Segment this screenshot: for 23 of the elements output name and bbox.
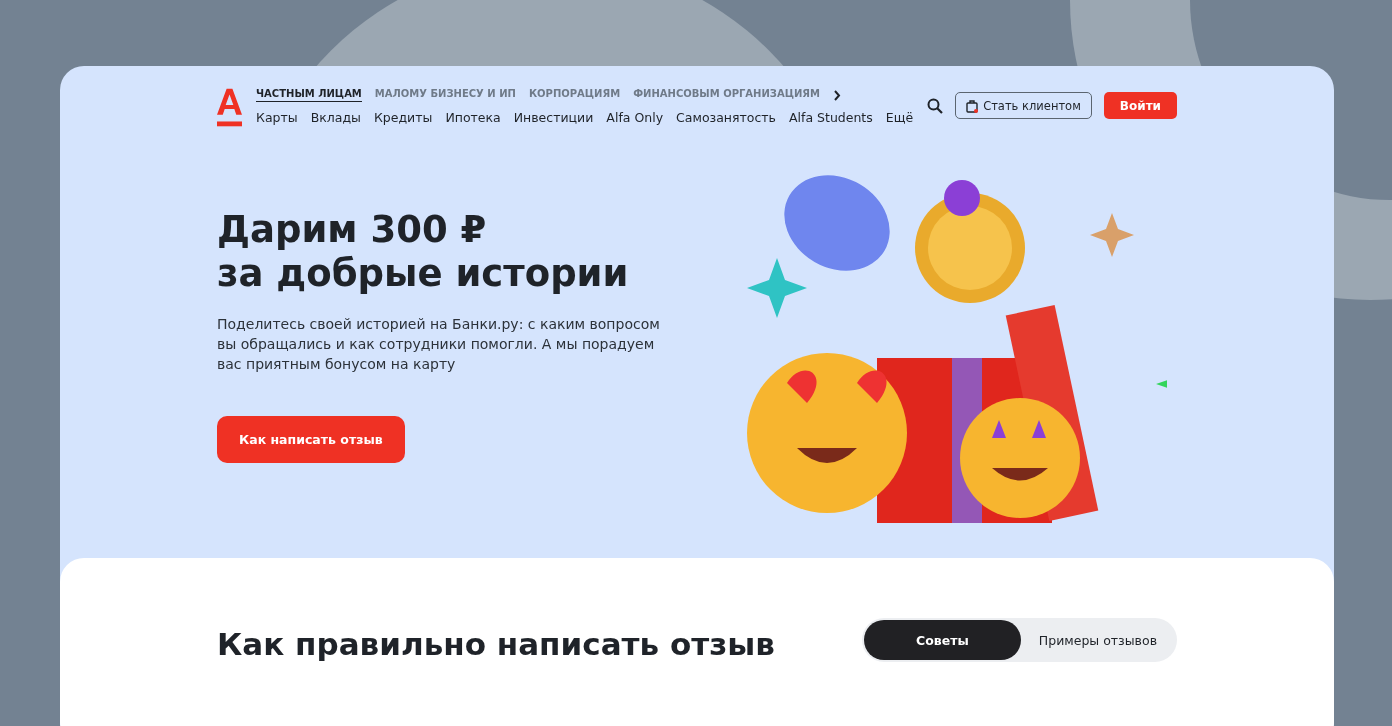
login-button[interactable]: Войти: [1103, 92, 1177, 119]
section-tab[interactable]: Примеры отзывов: [1020, 620, 1175, 660]
menu-link[interactable]: Вклады: [310, 110, 361, 125]
hero-description: Поделитесь своей историей на Банки.ру: с каким вопросом вы обращались и как сотрудники помогли. А мы порадуем вас приятным бонусом на карту: [217, 315, 661, 374]
menu-link[interactable]: Alfa Only: [606, 110, 664, 125]
menu-link[interactable]: Кредиты: [373, 110, 433, 125]
menu-link[interactable]: Инвестиции: [513, 110, 594, 125]
bag-icon: [966, 98, 979, 113]
menu-link[interactable]: Alfa Students: [789, 110, 873, 125]
section-tab[interactable]: Советы: [864, 620, 1021, 660]
chevron-right-icon[interactable]: [833, 89, 841, 101]
become-client-button[interactable]: Стать клиентом: [955, 92, 1092, 119]
logo-icon[interactable]: [217, 88, 243, 128]
segment-tab[interactable]: ЧАСТНЫМ ЛИЦАМ: [256, 88, 362, 102]
menu-link[interactable]: Самозанятость: [676, 110, 776, 125]
search-icon[interactable]: [927, 97, 944, 114]
menu-link[interactable]: Ипотека: [445, 110, 501, 125]
segment-tab[interactable]: МАЛОМУ БИЗНЕСУ И ИП: [374, 88, 516, 102]
write-review-button[interactable]: Как написать отзыв: [217, 416, 405, 463]
section-title: Как правильно написать отзыв: [217, 626, 775, 662]
menu-link[interactable]: Карты: [256, 110, 298, 125]
hero-title: Дарим 300 ₽ за добрые истории: [217, 208, 630, 296]
menu-link[interactable]: Ещё: [885, 110, 914, 125]
